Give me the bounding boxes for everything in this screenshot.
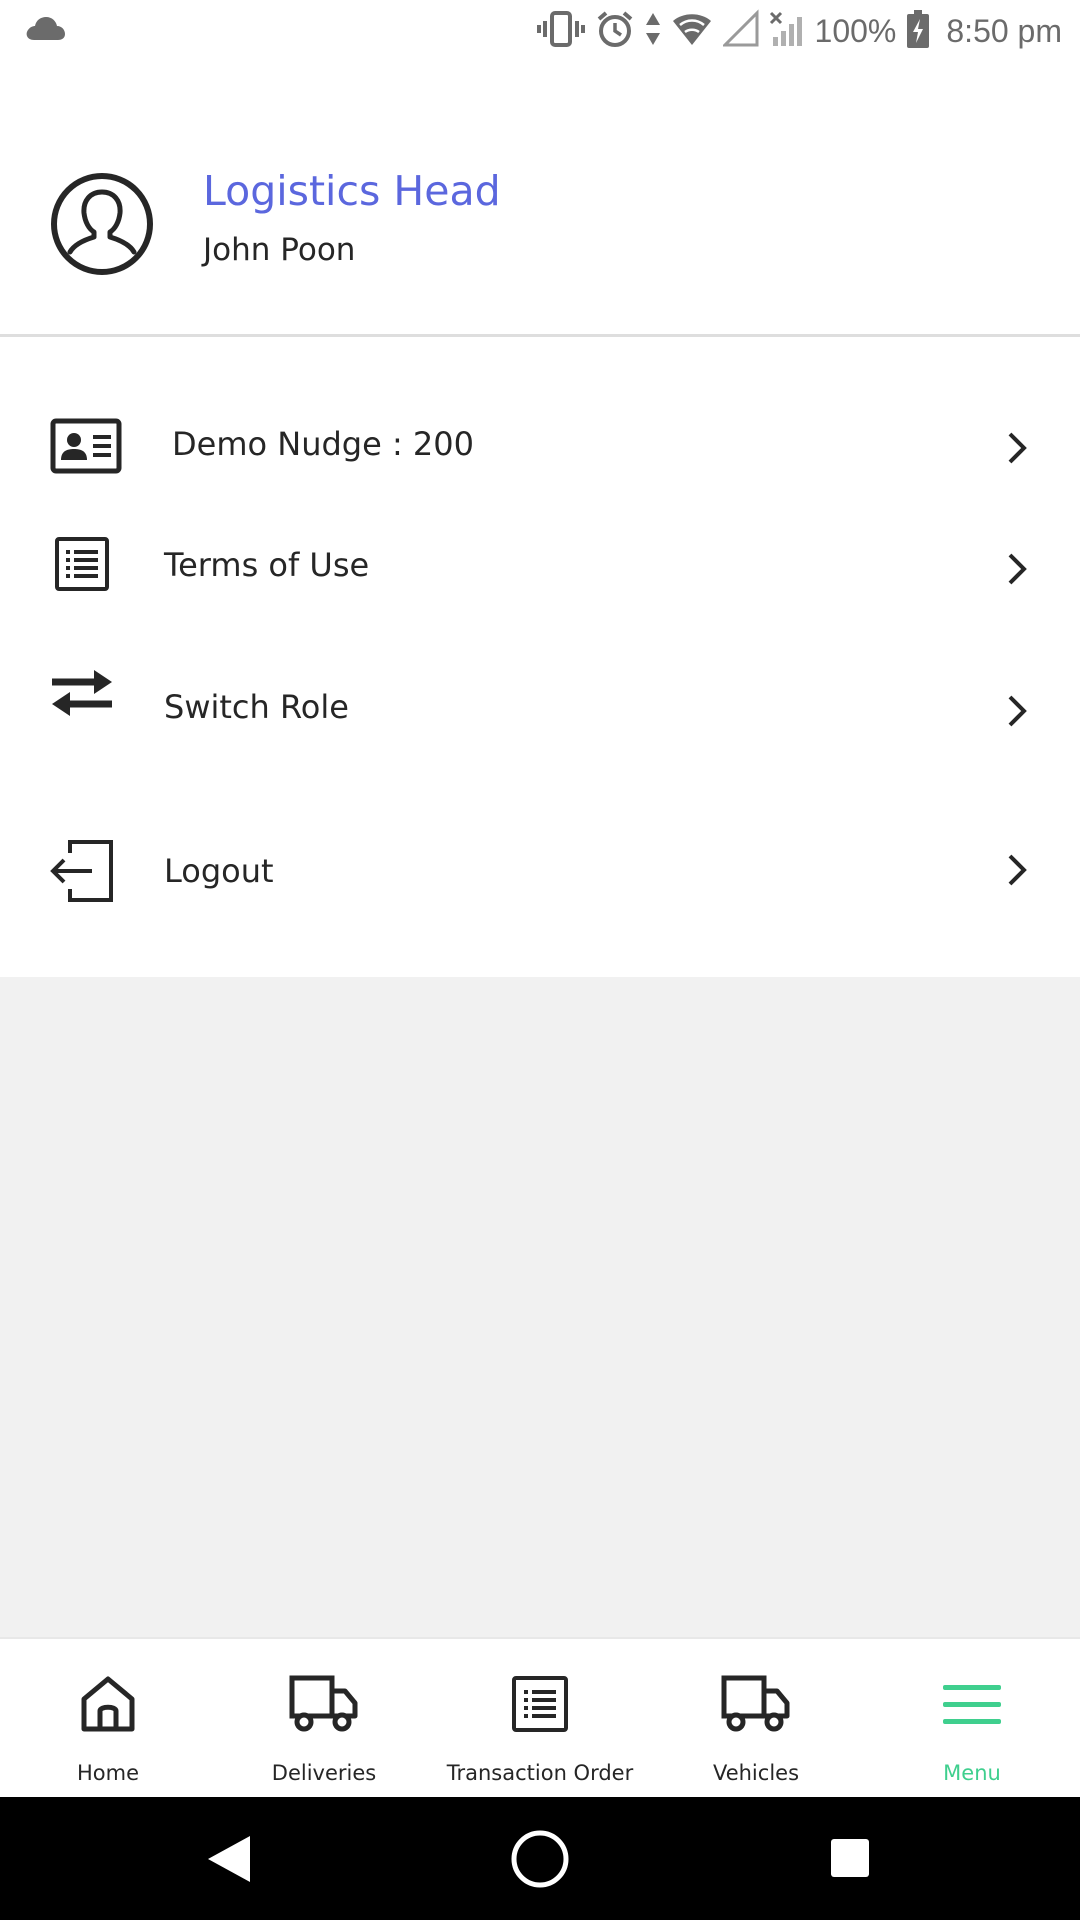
- menu-item-demo-nudge[interactable]: Demo Nudge : 200: [0, 337, 1080, 478]
- chevron-right-icon: [1006, 431, 1028, 469]
- recents-icon[interactable]: [830, 1838, 870, 1882]
- tab-deliveries[interactable]: Deliveries: [216, 1639, 432, 1799]
- empty-content-area: [0, 977, 1080, 1637]
- cloud-icon: [24, 14, 66, 46]
- menu-item-label: Terms of Use: [164, 546, 370, 584]
- home-icon: [80, 1675, 136, 1737]
- tab-label: Home: [76, 1761, 139, 1785]
- order-list-icon: [511, 1675, 569, 1737]
- menu-list: Demo Nudge : 200 Terms of Use Switch Rol…: [0, 337, 1080, 977]
- menu-item-label: Switch Role: [164, 688, 349, 726]
- data-arrows-icon: [645, 9, 661, 53]
- bottom-navigation: Home Deliveries Transaction Order Vehicl…: [0, 1637, 1080, 1799]
- chevron-right-icon: [1006, 552, 1028, 590]
- vibrate-icon: [536, 9, 585, 53]
- tab-label: Vehicles: [712, 1761, 800, 1785]
- user-avatar-icon: [50, 172, 154, 276]
- tab-label: Transaction Order: [446, 1761, 634, 1785]
- alarm-icon: [595, 9, 635, 53]
- profile-header: Logistics Head John Poon: [0, 62, 1080, 334]
- tab-label: Menu: [943, 1761, 1001, 1785]
- battery-charging-icon: [906, 9, 930, 53]
- status-bar: 100% 8:50 pm: [0, 0, 1080, 62]
- menu-item-switch-role[interactable]: Switch Role: [0, 619, 1080, 760]
- tab-menu[interactable]: Menu: [864, 1639, 1080, 1799]
- home-button-icon[interactable]: [510, 1829, 570, 1893]
- switch-arrows-icon: [50, 668, 114, 722]
- tab-vehicles[interactable]: Vehicles: [648, 1639, 864, 1799]
- chevron-right-icon: [1006, 694, 1028, 732]
- menu-item-label: Demo Nudge : 200: [172, 425, 474, 463]
- tab-label: Deliveries: [271, 1761, 377, 1785]
- truck-icon: [721, 1675, 791, 1737]
- chevron-right-icon: [1006, 853, 1028, 891]
- wifi-icon: [671, 9, 713, 53]
- system-navigation-bar: [0, 1797, 1080, 1920]
- battery-level: 100%: [814, 12, 897, 49]
- menu-item-terms-of-use[interactable]: Terms of Use: [0, 478, 1080, 619]
- user-name: John Poon: [203, 232, 356, 268]
- truck-icon: [289, 1675, 359, 1737]
- signal-icon: [720, 9, 759, 53]
- tab-home[interactable]: Home: [0, 1639, 216, 1799]
- menu-item-logout[interactable]: Logout: [0, 760, 1080, 902]
- no-signal-icon: [769, 9, 805, 53]
- clock: 8:50 pm: [946, 12, 1062, 49]
- document-list-icon: [54, 536, 110, 596]
- logout-icon: [50, 839, 114, 907]
- back-icon[interactable]: [206, 1834, 252, 1888]
- role-title: Logistics Head: [203, 167, 501, 215]
- tab-transaction-order[interactable]: Transaction Order: [432, 1639, 648, 1799]
- id-card-icon: [50, 418, 122, 478]
- menu-item-label: Logout: [164, 852, 274, 890]
- hamburger-icon: [943, 1685, 1001, 1729]
